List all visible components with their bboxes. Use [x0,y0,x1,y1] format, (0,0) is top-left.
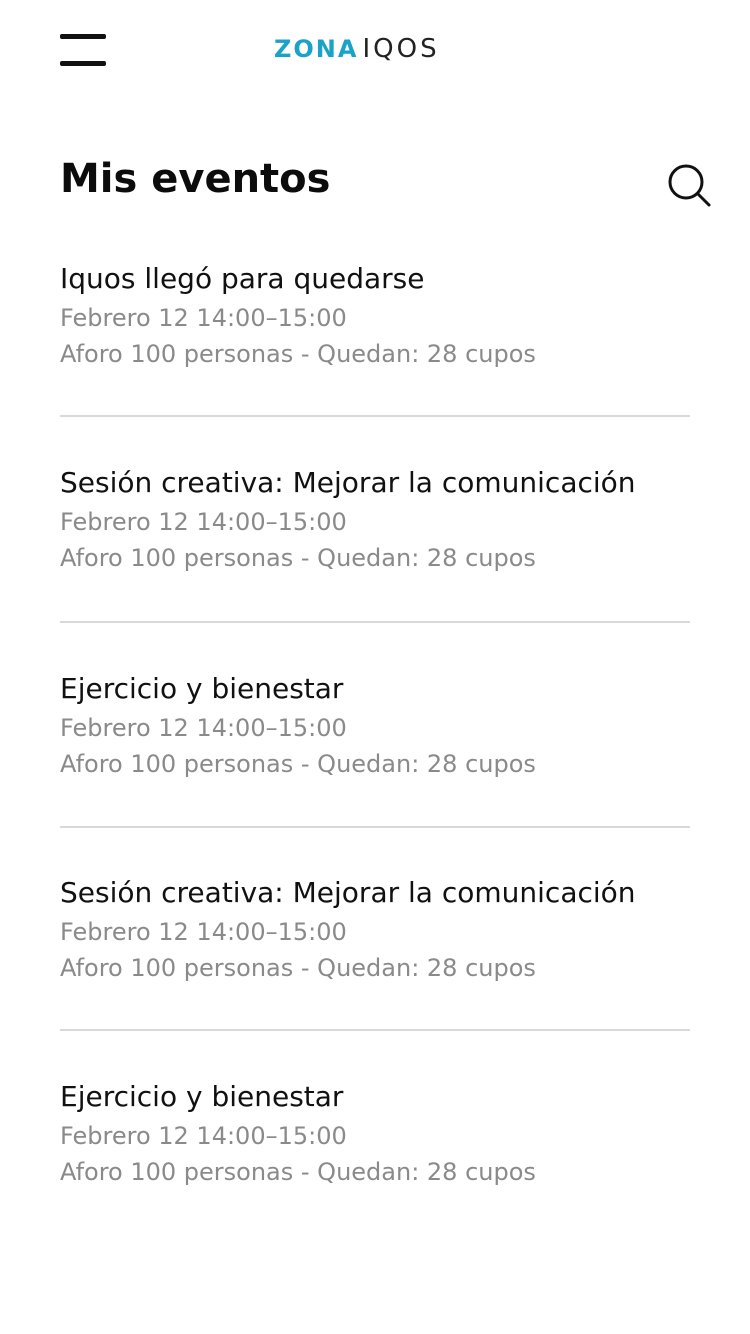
event-capacity: Aforo 100 personas - Quedan: 28 cupos [60,544,536,572]
event-date: Febrero 12 14:00–15:00 [60,304,347,332]
hamburger-menu-icon[interactable] [60,34,106,68]
event-capacity: Aforo 100 personas - Quedan: 28 cupos [60,1158,536,1186]
event-title: Ejercicio y bienestar [60,1080,344,1113]
event-item[interactable]: Iquos llegó para quedarse Febrero 12 14:… [60,262,690,422]
list-divider [60,415,690,417]
event-capacity: Aforo 100 personas - Quedan: 28 cupos [60,954,536,982]
list-divider [60,1029,690,1031]
event-capacity: Aforo 100 personas - Quedan: 28 cupos [60,340,536,368]
event-title: Iquos llegó para quedarse [60,262,425,295]
page-title: Mis eventos [60,156,331,202]
event-date: Febrero 12 14:00–15:00 [60,508,347,536]
event-title: Sesión creativa: Mejorar la comunicación [60,466,636,499]
menu-bar-bottom [60,61,106,66]
event-date: Febrero 12 14:00–15:00 [60,714,347,742]
event-item[interactable]: Sesión creativa: Mejorar la comunicación… [60,466,690,626]
event-item[interactable]: Sesión creativa: Mejorar la comunicación… [60,876,690,1036]
logo-iqos-text: IQOS [362,34,440,64]
top-bar: ZONA IQOS [0,0,750,100]
zona-iqos-logo: ZONA IQOS [274,34,440,64]
event-item[interactable]: Ejercicio y bienestar Febrero 12 14:00–1… [60,1080,690,1240]
list-divider [60,621,690,623]
event-date: Febrero 12 14:00–15:00 [60,1122,347,1150]
menu-bar-top [60,34,106,39]
event-item[interactable]: Ejercicio y bienestar Febrero 12 14:00–1… [60,672,690,832]
search-icon-graphic [668,164,711,207]
app-screen: ZONA IQOS Mis eventos Iquos llegó para q… [0,0,750,1334]
event-capacity: Aforo 100 personas - Quedan: 28 cupos [60,750,536,778]
event-title: Ejercicio y bienestar [60,672,344,705]
event-title: Sesión creativa: Mejorar la comunicación [60,876,636,909]
list-divider [60,826,690,828]
search-icon[interactable] [666,162,712,208]
logo-zona-text: ZONA [274,35,359,63]
event-date: Febrero 12 14:00–15:00 [60,918,347,946]
